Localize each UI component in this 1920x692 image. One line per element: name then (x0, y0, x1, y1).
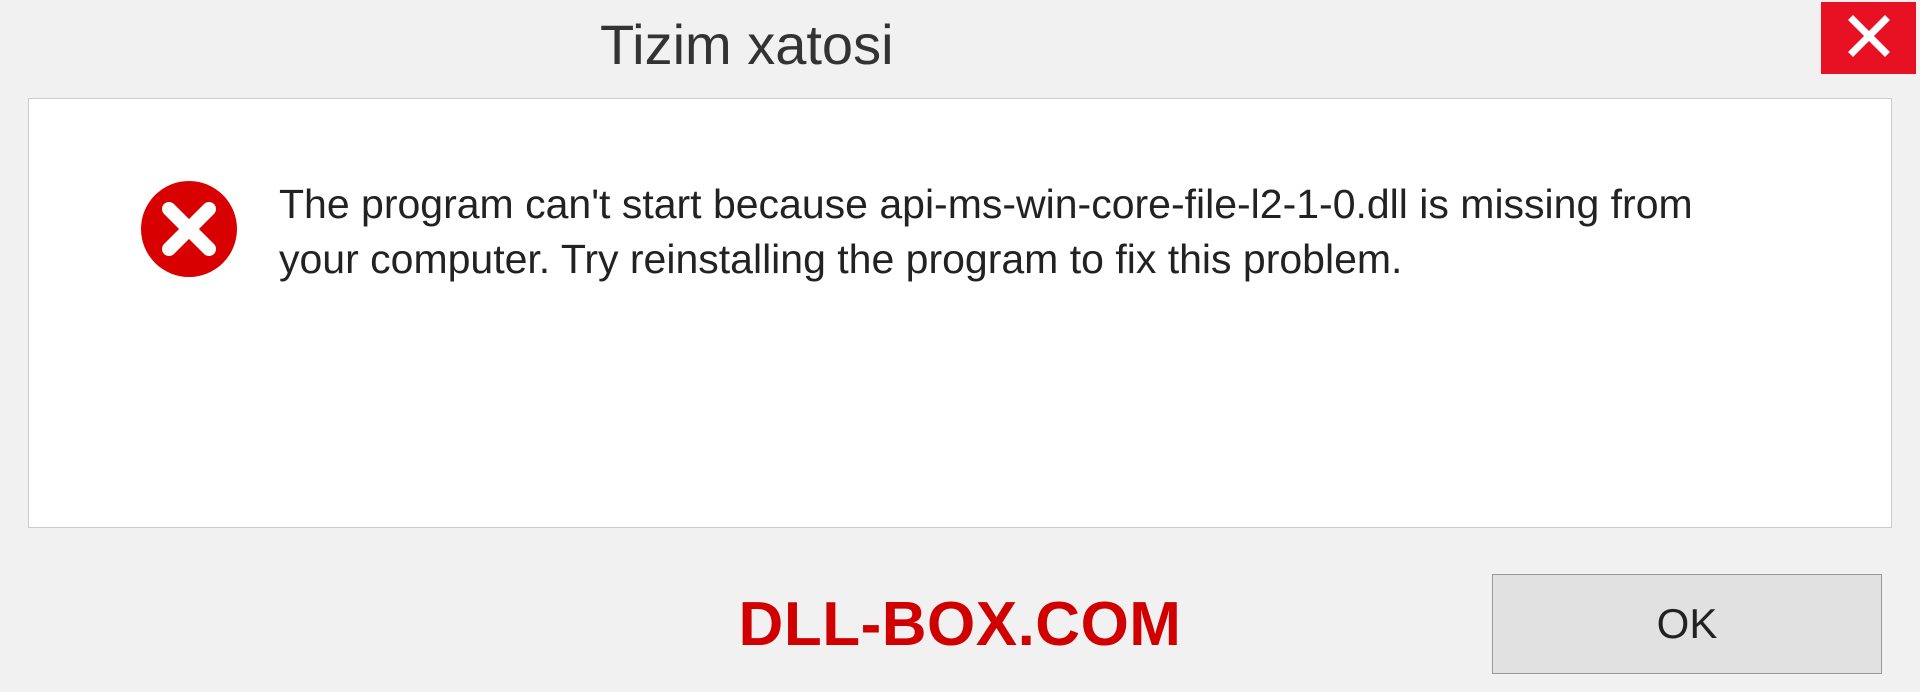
ok-button-label: OK (1657, 600, 1718, 648)
error-icon (139, 179, 239, 279)
close-icon (1847, 14, 1891, 63)
footer: DLL-BOX.COM OK (0, 574, 1920, 674)
titlebar: Tizim xatosi (0, 0, 1920, 90)
watermark-text: DLL-BOX.COM (739, 589, 1182, 660)
close-button[interactable] (1821, 2, 1916, 74)
error-message: The program can't start because api-ms-w… (279, 177, 1779, 288)
dialog-title: Tizim xatosi (600, 12, 894, 77)
ok-button[interactable]: OK (1492, 574, 1882, 674)
content-panel: The program can't start because api-ms-w… (28, 98, 1892, 528)
